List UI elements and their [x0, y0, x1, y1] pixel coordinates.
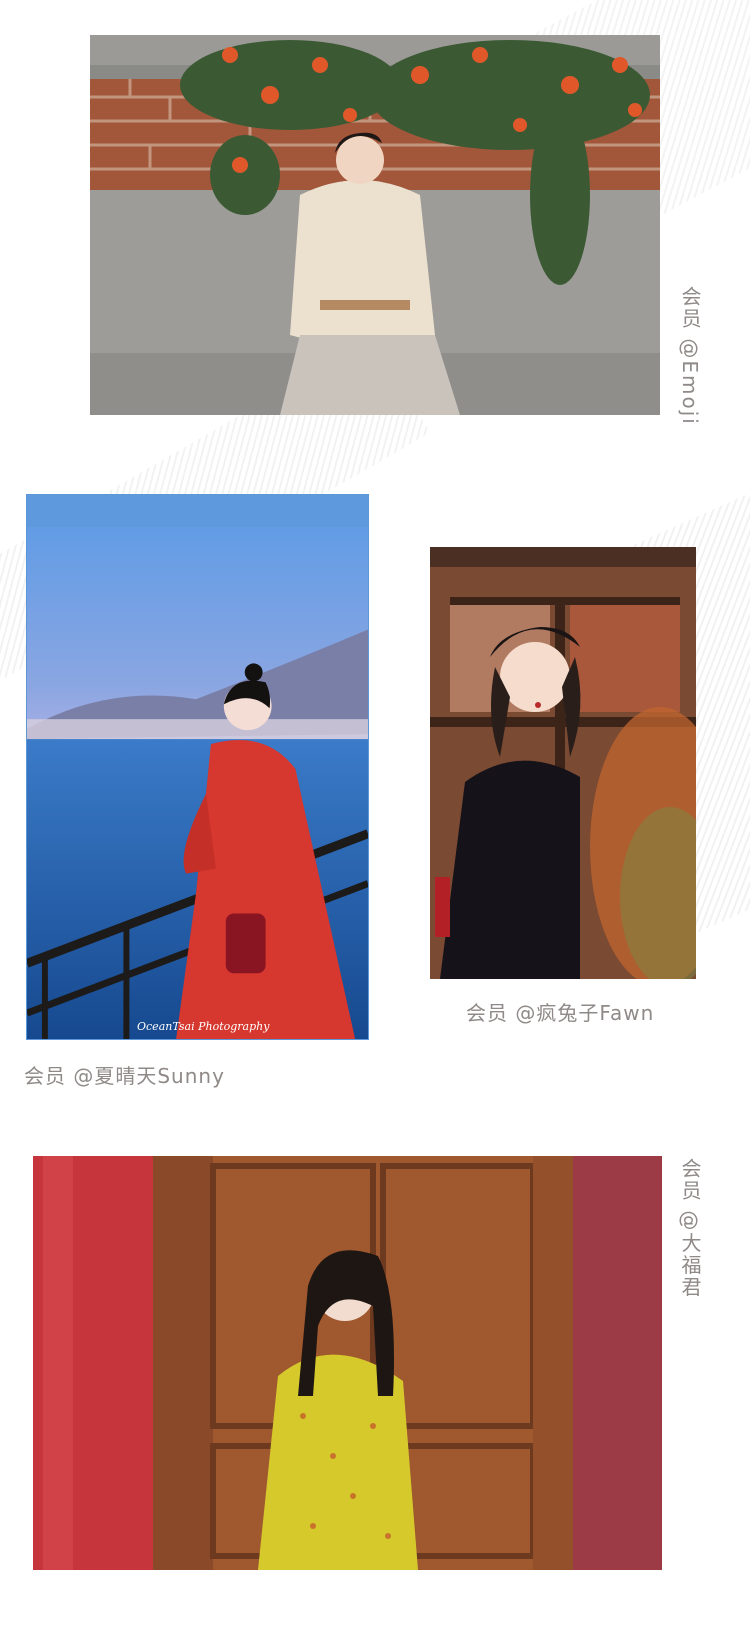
photo-woman-black-dress-icon — [430, 547, 696, 979]
photo-woman-yellow-dress-icon — [33, 1156, 662, 1570]
photo-member-emoji — [90, 35, 660, 415]
photo-woman-cream-sweater-icon — [90, 35, 660, 415]
photo-watermark: OceanTsai Photography — [137, 1020, 270, 1033]
photo-member-dafujun — [33, 1156, 662, 1570]
caption-member-emoji: 会员 @Emoji — [678, 286, 702, 426]
caption-member-sunny: 会员 @夏晴天Sunny — [24, 1064, 225, 1088]
caption-member-dafujun: 会员 @大福君 — [678, 1158, 702, 1299]
photo-woman-red-coat-icon — [27, 495, 368, 1039]
photo-member-fawn — [430, 547, 696, 979]
caption-member-fawn: 会员 @疯兔子Fawn — [466, 1001, 655, 1025]
photo-member-sunny: OceanTsai Photography — [26, 494, 369, 1040]
